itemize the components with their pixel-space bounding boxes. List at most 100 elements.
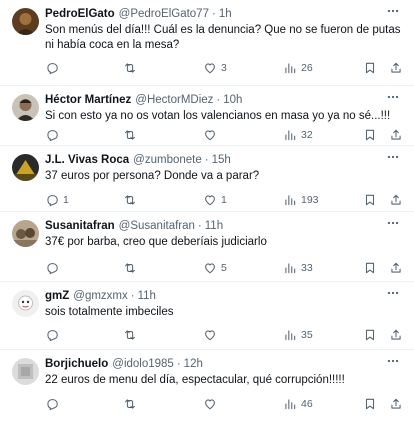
display-name[interactable]: gmZ bbox=[45, 290, 69, 302]
views-button[interactable]: 35 bbox=[283, 328, 313, 342]
views-button[interactable]: 32 bbox=[283, 128, 313, 142]
avatar[interactable] bbox=[12, 358, 39, 385]
bookmark-icon bbox=[365, 62, 375, 74]
heart-icon bbox=[205, 63, 215, 74]
like-button[interactable] bbox=[203, 397, 221, 411]
share-button[interactable] bbox=[389, 61, 403, 75]
timestamp[interactable]: 12h bbox=[184, 358, 203, 370]
user-handle[interactable]: @zumbonete bbox=[133, 154, 202, 166]
share-icon bbox=[391, 329, 401, 340]
analytics-icon bbox=[285, 130, 296, 141]
retweet-icon bbox=[125, 130, 135, 140]
user-handle[interactable]: @Susanitafran bbox=[119, 220, 195, 232]
reply-button[interactable] bbox=[45, 397, 63, 411]
reply-button[interactable] bbox=[45, 61, 63, 75]
reply-icon bbox=[47, 399, 58, 411]
separator: · bbox=[204, 154, 209, 166]
display-name[interactable]: Héctor Martínez bbox=[45, 94, 131, 106]
bookmark-button[interactable] bbox=[363, 193, 377, 207]
separator: · bbox=[176, 358, 181, 370]
share-button[interactable] bbox=[389, 397, 403, 411]
reply-button[interactable]: 1 bbox=[45, 193, 69, 207]
retweet-button[interactable] bbox=[123, 61, 141, 75]
like-button[interactable]: 3 bbox=[203, 61, 227, 75]
bookmark-button[interactable] bbox=[363, 261, 377, 275]
tweet[interactable]: J.L. Vivas Roca @zumbonete · 15h 37 euro… bbox=[0, 146, 414, 212]
retweet-button[interactable] bbox=[123, 193, 141, 207]
like-button[interactable]: 5 bbox=[203, 261, 227, 275]
timestamp[interactable]: 15h bbox=[212, 154, 231, 166]
replies-feed: PedroElGato @PedroElGato77 · 1h Son menú… bbox=[0, 0, 414, 422]
tweet-header: Héctor Martínez @HectorMDiez · 10h bbox=[45, 92, 404, 108]
tweet[interactable]: gmZ @gmzxmx · 11h sois totalmente imbeci… bbox=[0, 282, 414, 350]
view-count: 46 bbox=[301, 398, 313, 410]
more-options-icon[interactable] bbox=[384, 90, 402, 104]
bookmark-button[interactable] bbox=[363, 328, 377, 342]
views-button[interactable]: 26 bbox=[283, 61, 313, 75]
like-button[interactable] bbox=[203, 328, 221, 342]
views-button[interactable]: 33 bbox=[283, 261, 313, 275]
reply-button[interactable] bbox=[45, 328, 63, 342]
tweet-header: Borjichuelo @idolo1985 · 12h bbox=[45, 356, 404, 372]
reply-button[interactable] bbox=[45, 261, 63, 275]
avatar[interactable] bbox=[12, 8, 39, 35]
bookmark-button[interactable] bbox=[363, 61, 377, 75]
avatar[interactable] bbox=[12, 94, 39, 121]
reply-button[interactable] bbox=[45, 128, 63, 142]
retweet-button[interactable] bbox=[123, 128, 141, 142]
like-button[interactable]: 1 bbox=[203, 193, 227, 207]
retweet-button[interactable] bbox=[123, 261, 141, 275]
user-handle[interactable]: @HectorMDiez bbox=[135, 94, 213, 106]
heart-icon bbox=[205, 130, 215, 141]
reply-icon bbox=[47, 263, 58, 275]
more-options-icon[interactable] bbox=[384, 286, 402, 300]
tweet[interactable]: Susanitafran @Susanitafran · 11h 37€ por… bbox=[0, 212, 414, 282]
user-handle[interactable]: @PedroElGato77 bbox=[119, 8, 209, 20]
analytics-icon bbox=[285, 263, 296, 274]
more-options-icon[interactable] bbox=[384, 4, 402, 18]
display-name[interactable]: PedroElGato bbox=[45, 8, 115, 20]
tweet-header: J.L. Vivas Roca @zumbonete · 15h bbox=[45, 152, 404, 168]
view-count: 33 bbox=[301, 262, 313, 274]
separator: · bbox=[130, 290, 135, 302]
more-options-icon[interactable] bbox=[384, 354, 402, 368]
avatar[interactable] bbox=[12, 220, 39, 247]
views-button[interactable]: 193 bbox=[283, 193, 319, 207]
timestamp[interactable]: 11h bbox=[138, 290, 156, 302]
like-count: 5 bbox=[221, 262, 227, 274]
timestamp[interactable]: 10h bbox=[223, 94, 242, 106]
views-button[interactable]: 46 bbox=[283, 397, 313, 411]
avatar[interactable] bbox=[12, 154, 39, 181]
heart-icon bbox=[205, 330, 215, 341]
retweet-button[interactable] bbox=[123, 397, 141, 411]
avatar[interactable] bbox=[12, 290, 39, 317]
retweet-icon bbox=[125, 399, 135, 409]
user-handle[interactable]: @gmzxmx bbox=[73, 290, 127, 302]
like-count: 1 bbox=[221, 194, 227, 206]
tweet[interactable]: Borjichuelo @idolo1985 · 12h 22 euros de… bbox=[0, 350, 414, 422]
more-options-icon[interactable] bbox=[384, 216, 402, 230]
more-options-icon[interactable] bbox=[384, 150, 402, 164]
share-button[interactable] bbox=[389, 128, 403, 142]
like-button[interactable] bbox=[203, 128, 221, 142]
share-button[interactable] bbox=[389, 328, 403, 342]
separator: · bbox=[211, 8, 216, 20]
bookmark-button[interactable] bbox=[363, 397, 377, 411]
user-handle[interactable]: @idolo1985 bbox=[112, 358, 174, 370]
bookmark-button[interactable] bbox=[363, 128, 377, 142]
tweet[interactable]: Héctor Martínez @HectorMDiez · 10h Si co… bbox=[0, 86, 414, 146]
bookmark-icon bbox=[365, 129, 375, 141]
share-button[interactable] bbox=[389, 261, 403, 275]
display-name[interactable]: Susanitafran bbox=[45, 220, 115, 232]
separator: · bbox=[216, 94, 221, 106]
tweet[interactable]: PedroElGato @PedroElGato77 · 1h Son menú… bbox=[0, 0, 414, 86]
display-name[interactable]: Borjichuelo bbox=[45, 358, 108, 370]
tweet-text: Son menús del día!!! Cuál es la denuncia… bbox=[45, 24, 401, 51]
tweet-header: PedroElGato @PedroElGato77 · 1h bbox=[45, 6, 404, 22]
timestamp[interactable]: 11h bbox=[205, 220, 223, 232]
retweet-button[interactable] bbox=[123, 328, 141, 342]
share-button[interactable] bbox=[389, 193, 403, 207]
timestamp[interactable]: 1h bbox=[219, 8, 232, 20]
analytics-icon bbox=[285, 195, 296, 206]
display-name[interactable]: J.L. Vivas Roca bbox=[45, 154, 129, 166]
